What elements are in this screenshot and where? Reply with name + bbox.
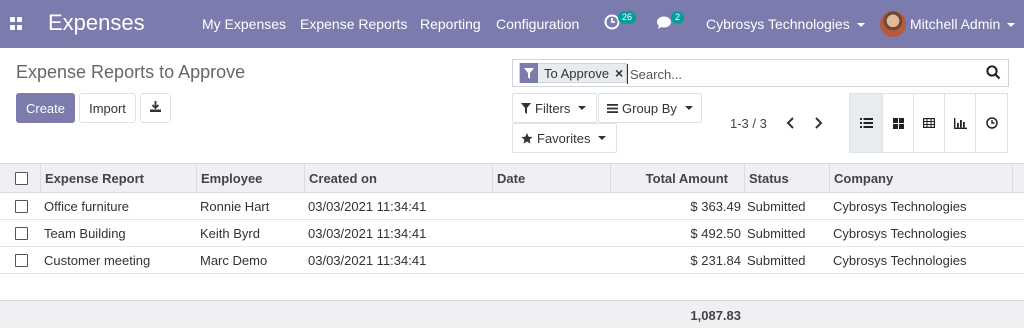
column-header-date[interactable]: Date	[497, 171, 525, 186]
cell-created-on: 03/03/2021 11:34:41	[308, 226, 427, 241]
filters-label: Filters	[535, 100, 571, 116]
search-icon[interactable]	[986, 65, 1002, 81]
cell-created-on: 03/03/2021 11:34:41	[308, 199, 427, 214]
group-by-label: Group By	[622, 100, 677, 116]
menu-my-expenses[interactable]: My Expenses	[202, 16, 286, 32]
column-separator	[304, 164, 305, 192]
cell-company: Cybrosys Technologies	[833, 199, 967, 214]
filters-dropdown[interactable]: Filters	[512, 93, 597, 123]
cell-created-on: 03/03/2021 11:34:41	[308, 253, 427, 268]
chevron-right-icon[interactable]	[810, 114, 826, 132]
cell-status: Submitted	[747, 199, 806, 214]
user-name: Mitchell Admin	[910, 16, 1001, 32]
cell-expense-report: Customer meeting	[44, 253, 151, 268]
table-row[interactable]: Team Building Keith Byrd 03/03/2021 11:3…	[0, 220, 1024, 247]
search-facet[interactable]: To Approve ×	[519, 63, 628, 83]
column-header-total-amount[interactable]: Total Amount	[646, 171, 728, 186]
menu-configuration[interactable]: Configuration	[496, 16, 579, 32]
cell-expense-report: Team Building	[44, 226, 126, 241]
chat-icon[interactable]: 2	[656, 11, 685, 34]
cell-employee: Ronnie Hart	[200, 199, 270, 214]
chevron-down-icon	[856, 23, 865, 28]
download-button[interactable]	[140, 93, 171, 123]
column-separator	[1012, 164, 1013, 192]
apps-icon[interactable]	[10, 17, 23, 30]
search-input[interactable]	[627, 64, 977, 84]
column-header-employee[interactable]: Employee	[201, 171, 262, 186]
cell-expense-report: Office furniture	[44, 199, 130, 214]
clock-activity-icon[interactable]: 26	[604, 11, 637, 34]
column-separator	[610, 164, 611, 192]
cell-company: Cybrosys Technologies	[833, 253, 967, 268]
page-title: Expense Reports to Approve	[16, 62, 246, 82]
top-navbar: Expenses My Expenses Expense Reports Rep…	[0, 0, 1024, 48]
column-separator	[744, 164, 745, 192]
activity-view-icon[interactable]	[975, 93, 1008, 153]
cell-total-amount: $ 492.50	[690, 226, 741, 241]
table-row[interactable]: Office furniture Ronnie Hart 03/03/2021 …	[0, 193, 1024, 220]
chevron-down-icon	[598, 136, 607, 140]
chevron-down-icon	[1007, 23, 1016, 28]
facet-value: To Approve	[544, 65, 610, 81]
total-amount-sum: 1,087.83	[690, 308, 741, 323]
activity-count-badge: 26	[618, 11, 637, 24]
column-separator	[829, 164, 830, 192]
table-row[interactable]: Customer meeting Marc Demo 03/03/2021 11…	[0, 247, 1024, 274]
column-header-status[interactable]: Status	[749, 171, 789, 186]
grid-view-icon[interactable]	[913, 93, 945, 153]
table-footer: 1,087.83	[0, 300, 1024, 328]
favorites-label: Favorites	[537, 130, 591, 146]
chevron-left-icon[interactable]	[782, 114, 798, 132]
menu-reporting[interactable]: Reporting	[420, 16, 481, 32]
table-header: Expense Report Employee Created on Date …	[0, 163, 1024, 193]
star-icon	[521, 132, 533, 144]
column-header-company[interactable]: Company	[834, 171, 893, 186]
chevron-down-icon	[684, 106, 693, 110]
row-checkbox[interactable]	[15, 254, 28, 267]
filter-icon	[521, 102, 531, 114]
row-checkbox[interactable]	[15, 227, 28, 240]
column-separator	[40, 164, 41, 192]
cell-total-amount: $ 363.49	[690, 199, 741, 214]
list-view-icon[interactable]	[849, 93, 883, 153]
cell-total-amount: $ 231.84	[690, 253, 741, 268]
import-button[interactable]: Import	[79, 93, 136, 123]
cell-employee: Marc Demo	[200, 253, 268, 268]
filter-icon	[520, 63, 538, 83]
row-checkbox[interactable]	[15, 200, 28, 213]
chevron-down-icon	[578, 106, 587, 110]
download-icon	[149, 100, 162, 116]
graph-view-icon[interactable]	[944, 93, 976, 153]
menu-expense-reports[interactable]: Expense Reports	[300, 16, 407, 32]
favorites-dropdown[interactable]: Favorites	[512, 123, 617, 153]
create-button[interactable]: Create	[16, 93, 75, 123]
user-menu[interactable]: Mitchell Admin	[910, 16, 1016, 32]
column-header-created-on[interactable]: Created on	[309, 171, 377, 186]
select-all-checkbox[interactable]	[15, 172, 28, 185]
kanban-view-icon[interactable]	[882, 93, 914, 153]
company-name: Cybrosys Technologies	[706, 16, 850, 32]
pager-value[interactable]: 1-3 / 3	[730, 116, 767, 131]
group-by-dropdown[interactable]: Group By	[598, 93, 702, 123]
column-separator	[492, 164, 493, 192]
cell-employee: Keith Byrd	[200, 226, 260, 241]
search-bar: To Approve ×	[512, 59, 1009, 87]
cell-company: Cybrosys Technologies	[833, 226, 967, 241]
messages-count-badge: 2	[671, 11, 685, 24]
avatar[interactable]	[880, 11, 906, 37]
cell-status: Submitted	[747, 226, 806, 241]
close-icon[interactable]: ×	[615, 65, 626, 81]
company-switcher[interactable]: Cybrosys Technologies	[706, 16, 865, 32]
cell-status: Submitted	[747, 253, 806, 268]
column-separator	[196, 164, 197, 192]
column-header-expense-report[interactable]: Expense Report	[45, 171, 144, 186]
app-title[interactable]: Expenses	[48, 10, 145, 36]
bars-icon	[607, 103, 618, 113]
